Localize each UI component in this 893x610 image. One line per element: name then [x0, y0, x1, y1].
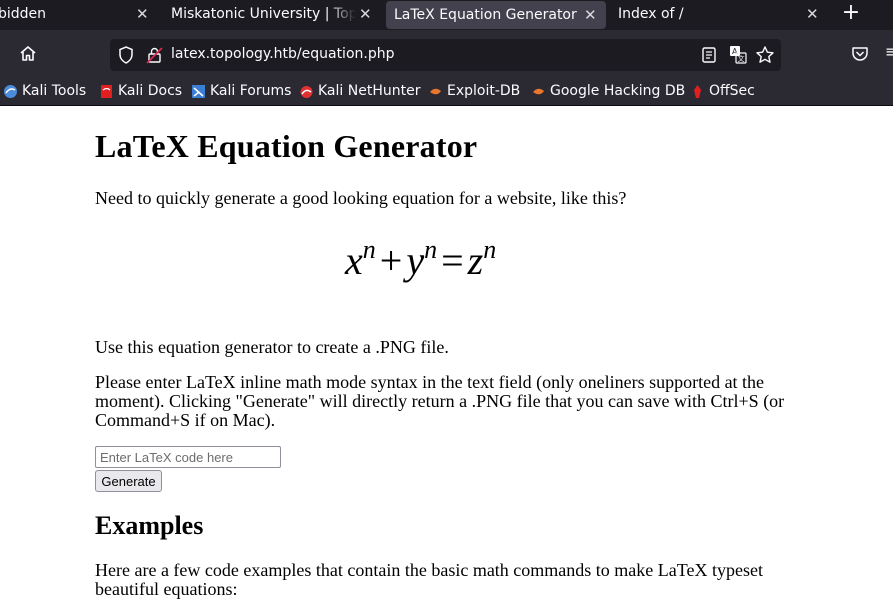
- kali-docs-icon: [99, 84, 114, 99]
- ghdb-icon: [531, 84, 546, 99]
- exploitdb-icon: [428, 84, 443, 99]
- overflow-menu-icon[interactable]: ≡: [885, 42, 893, 61]
- equation-y: y: [406, 238, 425, 283]
- address-bar[interactable]: latex.topology.htb/equation.php A文: [110, 39, 781, 71]
- close-icon[interactable]: ✕: [584, 1, 597, 29]
- examples-text: Here are a few code examples that contai…: [95, 560, 763, 599]
- equation-exponent: n: [483, 235, 497, 264]
- navigation-toolbar: latex.topology.htb/equation.php A文 ≡: [0, 30, 893, 76]
- tab-forbidden[interactable]: bidden ✕: [0, 0, 156, 30]
- tab-miskatonic[interactable]: Miskatonic University | Topology ✕: [165, 0, 380, 30]
- tab-latex-generator[interactable]: LaTeX Equation Generator ✕: [386, 1, 606, 29]
- kali-icon: [3, 84, 18, 99]
- equation-x: x: [345, 238, 363, 283]
- url-text[interactable]: latex.topology.htb/equation.php: [171, 46, 394, 62]
- nethunter-icon: [299, 84, 314, 99]
- instructions-text: Please enter LaTeX inline math mode synt…: [95, 372, 785, 430]
- close-icon[interactable]: ✕: [136, 0, 149, 28]
- close-icon[interactable]: ✕: [806, 0, 819, 28]
- offsec-icon: [690, 84, 705, 99]
- page-title: LaTeX Equation Generator: [95, 128, 478, 164]
- equation-exponent: n: [424, 235, 438, 264]
- kali-forums-icon: [191, 84, 206, 99]
- use-text: Use this equation generator to create a …: [95, 337, 449, 357]
- shield-icon[interactable]: [118, 46, 134, 68]
- home-icon[interactable]: [18, 44, 38, 64]
- pocket-icon[interactable]: [851, 46, 869, 66]
- tab-index[interactable]: Index of / ✕: [610, 0, 830, 30]
- intro-text: Need to quickly generate a good looking …: [95, 188, 627, 208]
- tab-label: Miskatonic University | Topology: [171, 6, 356, 22]
- tab-strip: bidden ✕ Miskatonic University | Topolog…: [0, 0, 893, 30]
- bookmark-star-icon[interactable]: [755, 45, 775, 69]
- bookmarks-toolbar: Kali Tools Kali Docs Kali Forums Kali Ne…: [0, 76, 893, 106]
- close-icon[interactable]: ✕: [359, 0, 372, 28]
- svg-text:文: 文: [738, 54, 745, 63]
- generate-button[interactable]: Generate: [95, 470, 162, 492]
- latex-code-input[interactable]: [95, 446, 281, 468]
- equation-z: z: [467, 238, 484, 283]
- equation-exponent: n: [362, 235, 376, 264]
- insecure-lock-icon[interactable]: [146, 46, 164, 68]
- page-content: LaTeX Equation Generator Need to quickly…: [0, 107, 893, 610]
- tab-label: LaTeX Equation Generator: [394, 7, 577, 23]
- example-equation: xn + yn = zn: [345, 235, 496, 284]
- examples-heading: Examples: [95, 511, 204, 540]
- new-tab-button[interactable]: +: [838, 0, 864, 30]
- reader-view-icon[interactable]: [701, 46, 717, 68]
- tab-label: bidden: [0, 6, 47, 22]
- equation-plus: +: [379, 238, 403, 283]
- translate-icon[interactable]: A文: [729, 45, 747, 69]
- tab-label: Index of /: [618, 6, 684, 22]
- equation-equals: =: [441, 238, 464, 283]
